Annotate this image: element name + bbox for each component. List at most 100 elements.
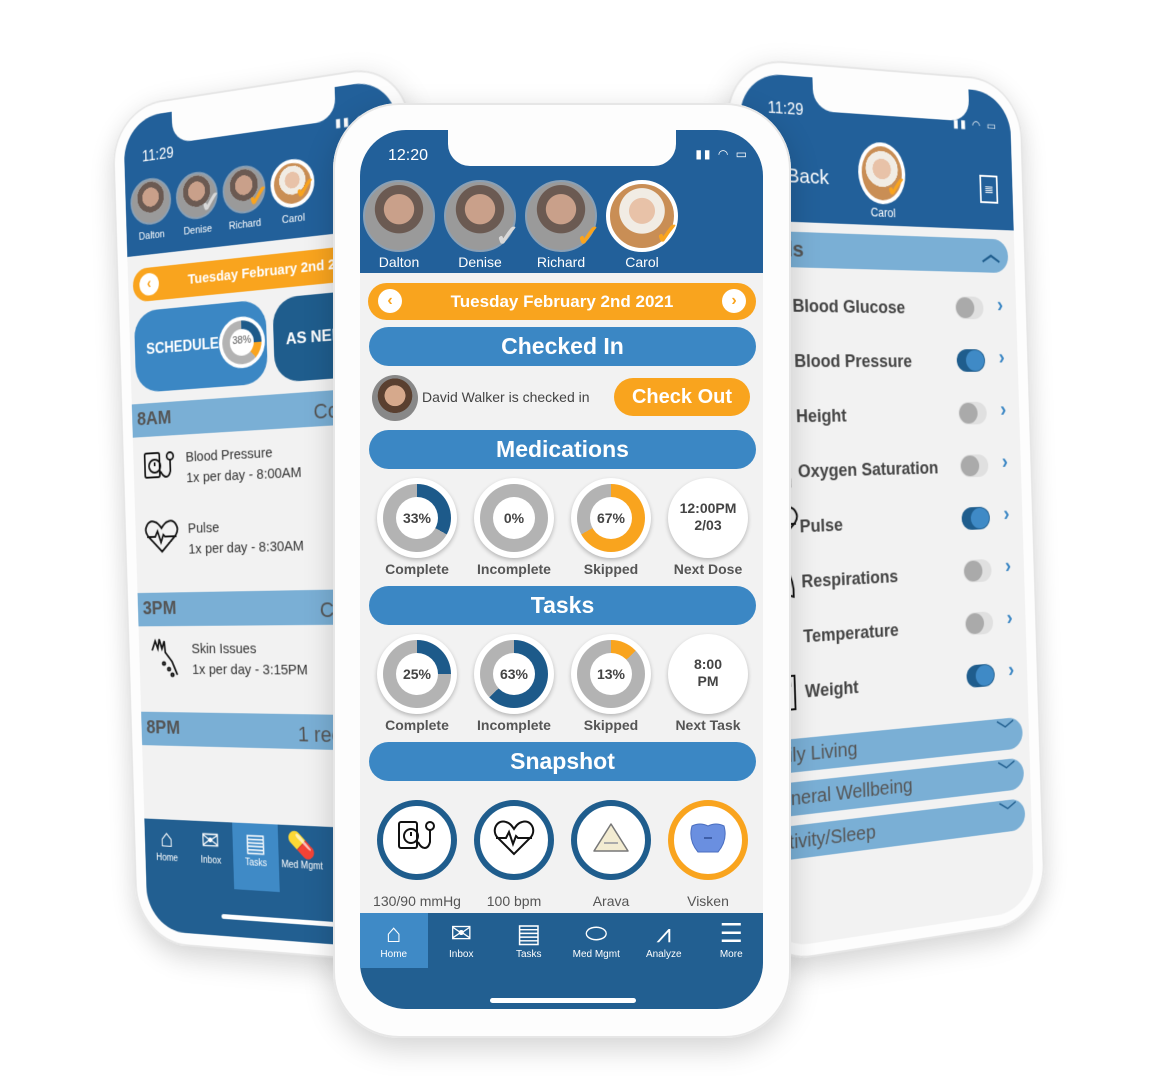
nav-label: Tasks (244, 857, 268, 870)
snapshot-blood-pressure[interactable] (377, 800, 457, 880)
nav-med-mgmt[interactable]: 💊 Med Mgmt (278, 825, 327, 896)
pill-icon: 💊 (286, 829, 317, 861)
chevron-right-icon[interactable]: › (998, 346, 1005, 370)
report-icon[interactable]: ≣ (979, 174, 999, 204)
vital-toggle[interactable] (964, 611, 994, 636)
donut-label: Incomplete (477, 717, 551, 733)
donut-value: 33% (396, 497, 438, 539)
chevron-right-icon[interactable]: › (1005, 554, 1012, 578)
nav-label: Home (380, 949, 408, 960)
donut-label: Next Dose (673, 561, 743, 577)
vital-toggle[interactable] (956, 349, 986, 372)
nav-label: Med Mgmt (281, 859, 324, 873)
schedule-card[interactable]: SCHEDULE 38% (133, 299, 269, 394)
nav-tasks[interactable]: ▤ Tasks (495, 913, 563, 968)
snapshot-header: Snapshot (369, 742, 756, 781)
nav-inbox[interactable]: ✉ Inbox (188, 820, 234, 889)
donut-incomplete[interactable]: 63% (474, 634, 554, 714)
vital-label: Height (795, 405, 847, 427)
avatar-carol[interactable]: ✓ (606, 180, 680, 252)
vital-toggle[interactable] (954, 296, 984, 320)
inbox-icon: ✉ (200, 825, 220, 856)
blood-pressure-icon (395, 816, 439, 865)
caregiver-avatar (372, 375, 418, 421)
medications-header: Medications (369, 430, 756, 469)
home-icon: ⌂ (159, 823, 174, 853)
donut-complete[interactable]: 25% (377, 634, 457, 714)
donut-next-dose[interactable]: 12:00PM 2/03 (668, 478, 748, 558)
donut-value: 67% (590, 497, 632, 539)
schedule-donut: 38% (218, 314, 266, 370)
donut-value: 0% (493, 497, 535, 539)
vital-label: Oxygen Saturation (797, 458, 939, 482)
group-time: 3PM (142, 597, 177, 619)
vital-toggle[interactable] (959, 454, 989, 478)
donut-label: Next Task (675, 717, 741, 733)
skin-issues-icon (147, 637, 181, 683)
avatar-dalton[interactable] (363, 180, 435, 252)
chevron-right-icon[interactable]: › (1008, 658, 1015, 683)
schedule-label: SCHEDULE (146, 335, 220, 358)
nav-tasks[interactable]: ▤ Tasks (232, 822, 280, 893)
back-button[interactable]: Back (786, 164, 829, 190)
chevron-right-icon[interactable]: › (1006, 606, 1013, 631)
nav-analyze[interactable]: ⩘ Analyze (630, 913, 698, 968)
donut-value: 63% (493, 653, 535, 695)
menu-icon: ☰ (719, 918, 743, 948)
check-icon: ✓ (494, 220, 520, 253)
chevron-right-icon[interactable]: › (1003, 502, 1010, 526)
task-detail: 1x per day - 8:00AM (186, 464, 302, 487)
check-out-button[interactable]: Check Out (614, 378, 750, 416)
check-icon: ✓ (293, 171, 317, 207)
task-detail: 1x per day - 8:30AM (188, 537, 305, 558)
chevron-right-icon[interactable]: › (1001, 450, 1008, 474)
snapshot-label: Arava (592, 893, 630, 909)
prev-day-button[interactable]: ‹ (378, 289, 402, 313)
donut-value: 13% (590, 653, 632, 695)
center-screen: 12:20 ▮▮ ◠ ▭ Dalton ✓ Denise ✓ Richard ✓ Carol… (360, 130, 763, 1009)
status-time: 12:20 (388, 147, 429, 164)
home-indicator (490, 998, 636, 1003)
vital-toggle[interactable] (962, 558, 992, 583)
nav-label: More (719, 949, 743, 960)
nav-home[interactable]: ⌂ Home (144, 818, 189, 886)
donut-value: 12:00PM 2/03 (679, 500, 737, 533)
snapshot-label: Visken (687, 893, 729, 909)
pill-icon: ⬭ (585, 918, 608, 948)
vital-toggle[interactable] (966, 663, 995, 689)
center-phone: 12:20 ▮▮ ◠ ▭ Dalton ✓ Denise ✓ Richard ✓ Carol… (333, 103, 791, 1038)
nav-label: Tasks (515, 949, 542, 960)
checked-in-header: Checked In (369, 327, 756, 366)
donut-label: Complete (385, 717, 449, 733)
chevron-right-icon[interactable]: › (997, 293, 1004, 317)
donut-complete[interactable]: 33% (377, 478, 457, 558)
snapshot-pulse-heart[interactable] (474, 800, 554, 880)
nav-home[interactable]: ⌂ Home (360, 913, 428, 968)
tasks-icon: ▤ (516, 918, 542, 948)
analyze-icon: ⩘ (656, 918, 672, 948)
nav-med-mgmt[interactable]: ⬭ Med Mgmt (563, 913, 631, 968)
chevron-down-icon: ﹀ (997, 758, 1016, 784)
snapshot-pill-blue[interactable] (668, 800, 748, 880)
donut-label: Incomplete (477, 561, 551, 577)
donut-value: 8:00 PM (693, 656, 723, 689)
avatar-denise[interactable]: ✓ (444, 180, 520, 252)
avatar-richard[interactable]: ✓ (525, 180, 601, 252)
next-day-button[interactable]: › (722, 289, 746, 313)
vital-toggle[interactable] (961, 506, 991, 531)
donut-incomplete[interactable]: 0% (474, 478, 554, 558)
prev-day-button[interactable]: ‹ (139, 272, 160, 297)
vital-row-oxygen-saturation[interactable]: Oxygen Saturation › (751, 440, 1022, 499)
status-icons: ▮▮ ◠ ▭ (695, 147, 749, 161)
snapshot-pill-triangle[interactable] (571, 800, 651, 880)
nav-label: Analyze (645, 949, 682, 960)
nav-inbox[interactable]: ✉ Inbox (428, 913, 496, 968)
donut-skipped[interactable]: 67% (571, 478, 651, 558)
vital-toggle[interactable] (958, 401, 987, 425)
checked-in-text: David Walker is checked in (422, 389, 590, 405)
donut-label: Skipped (583, 717, 639, 733)
nav-more[interactable]: ☰ More (698, 913, 764, 968)
donut-skipped[interactable]: 13% (571, 634, 651, 714)
donut-next-task[interactable]: 8:00 PM (668, 634, 748, 714)
chevron-right-icon[interactable]: › (1000, 398, 1007, 422)
